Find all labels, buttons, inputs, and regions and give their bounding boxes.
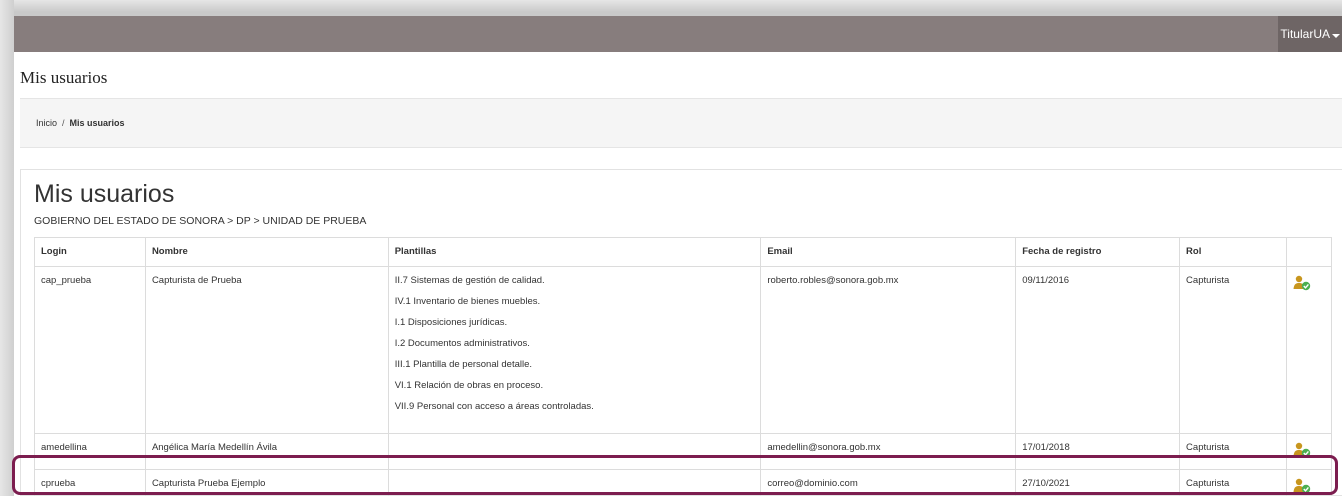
page-title: Mis usuarios [20,68,108,87]
breadcrumb-home-link[interactable]: Inicio [36,118,57,128]
table-row: cprueba Capturista Prueba Ejemplo correo… [34,469,1333,496]
cell-rol: Capturista [1179,469,1287,496]
panel-title: Mis usuarios [34,180,175,208]
cell-actions [1285,469,1333,496]
cell-plantillas [387,469,762,496]
plantilla-item: III.1 Plantilla de personal detalle. [394,359,533,370]
cell-email: correo@dominio.com [760,469,1017,496]
column-header-nombre[interactable]: Nombre [144,237,389,267]
app-window: TitularUA Mis usuarios Inicio / Mis usuari… [14,16,1342,496]
column-header-rol[interactable]: Rol [1179,237,1287,267]
cell-actions [1285,266,1333,434]
cell-plantillas [387,433,762,470]
breadcrumb: Inicio / Mis usuarios [36,118,125,128]
cell-nombre: Angélica María Medellín Ávila [144,433,389,470]
breadcrumb-bar: Inicio / Mis usuarios [20,98,1342,148]
table-header-row: Login Nombre Plantillas Email Fecha de r… [34,237,1333,267]
user-menu-dropdown[interactable]: TitularUA [1278,16,1342,52]
plantilla-item: II.7 Sistemas de gestión de calidad. [394,275,545,286]
cell-login: amedellina [34,433,146,470]
plantilla-item: VI.1 Relación de obras en proceso. [394,380,544,391]
cell-plantillas: II.7 Sistemas de gestión de calidad. IV.… [387,266,762,434]
plantilla-item: IV.1 Inventario de bienes muebles. [394,296,541,307]
chevron-down-icon [1332,34,1340,38]
plantillas-list: II.7 Sistemas de gestión de calidad. IV.… [395,275,755,422]
breadcrumb-separator: / [62,118,65,128]
cell-login: cap_prueba [34,266,146,434]
user-edit-icon[interactable] [1293,478,1311,494]
plantilla-item: I.2 Documentos administrativos. [394,338,530,349]
cell-actions [1285,433,1333,470]
cell-nombre: Capturista Prueba Ejemplo [144,469,389,496]
cell-email: roberto.robles@sonora.gob.mx [760,266,1017,434]
user-edit-icon[interactable] [1293,275,1311,291]
table-row: amedellina Angélica María Medellín Ávila… [34,433,1333,470]
cell-fecha: 27/10/2021 [1015,469,1181,496]
column-header-fecha[interactable]: Fecha de registro [1015,237,1181,267]
cell-fecha: 17/01/2018 [1015,433,1181,470]
users-panel: Mis usuarios GOBIERNO DEL ESTADO DE SONO… [20,169,1342,496]
plantilla-item: I.1 Disposiciones jurídicas. [394,317,508,328]
users-table: Login Nombre Plantillas Email Fecha de r… [34,237,1333,496]
plantilla-item: VII.9 Personal con acceso a áreas contro… [394,401,594,412]
cell-rol: Capturista [1179,433,1287,470]
cell-nombre: Capturista de Prueba [144,266,389,434]
screen-edge-left [0,0,14,496]
column-header-actions [1285,237,1333,267]
cell-rol: Capturista [1179,266,1287,434]
column-header-email[interactable]: Email [760,237,1017,267]
column-header-login[interactable]: Login [34,237,146,267]
cell-login: cprueba [34,469,146,496]
screen-edge [0,0,1342,12]
user-edit-icon[interactable] [1293,442,1311,458]
user-menu-label: TitularUA [1280,27,1330,41]
breadcrumb-current: Mis usuarios [69,118,125,128]
column-header-plantillas[interactable]: Plantillas [387,237,762,267]
cell-fecha: 09/11/2016 [1015,266,1181,434]
org-path: GOBIERNO DEL ESTADO DE SONORA > DP > UNI… [34,215,367,227]
cell-email: amedellin@sonora.gob.mx [760,433,1017,470]
top-navbar: TitularUA [14,16,1342,52]
table-row: cap_prueba Capturista de Prueba II.7 Sis… [34,266,1333,434]
